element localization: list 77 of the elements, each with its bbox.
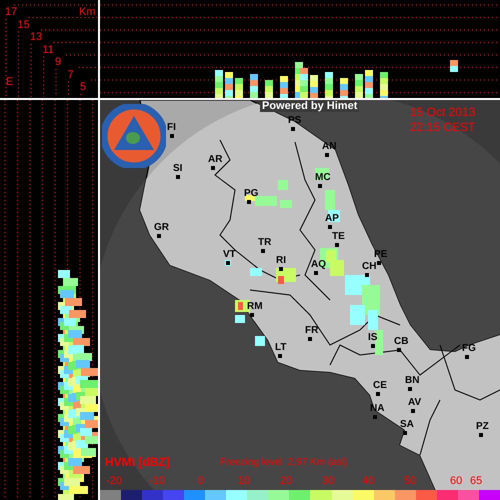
city-label: CH — [362, 262, 376, 272]
city-marker — [318, 184, 322, 188]
city-marker — [403, 431, 407, 435]
city-marker — [157, 234, 161, 238]
city-label: TR — [258, 238, 272, 248]
scale-tick-label: 20 — [280, 475, 292, 487]
city-label: VT — [223, 250, 236, 260]
city-marker — [377, 261, 381, 265]
city-marker — [291, 127, 295, 131]
freezing-level-text: Freezing level 2.97 Km (asl) — [220, 457, 348, 468]
city-marker — [308, 337, 312, 341]
city-marker — [250, 313, 254, 317]
city-marker — [278, 354, 282, 358]
scale-tick-label: 30 — [322, 475, 334, 487]
city-label: CB — [394, 337, 408, 347]
city-marker — [408, 387, 412, 391]
city-label: FI — [167, 123, 176, 133]
date-text: 15 Oct 2013 — [410, 105, 476, 119]
city-label: RI — [276, 256, 286, 266]
scale-tick-label: -20 — [106, 475, 122, 487]
city-marker — [325, 153, 329, 157]
height-label: 9 — [55, 57, 62, 68]
city-marker — [247, 200, 251, 204]
city-label: BN — [405, 376, 420, 386]
city-label: GR — [154, 223, 169, 233]
city-marker — [176, 175, 180, 179]
city-marker — [479, 433, 483, 437]
city-label: AP — [325, 214, 339, 224]
city-marker — [371, 344, 375, 348]
city-marker — [226, 261, 230, 265]
city-label: IS — [368, 333, 378, 343]
scale-tick-label: 40 — [362, 475, 374, 487]
scale-tick-label: 50 — [404, 475, 416, 487]
city-marker — [373, 415, 377, 419]
civil-protection-logo-icon — [102, 104, 166, 168]
city-marker — [279, 267, 283, 271]
city-label: PZ — [476, 422, 489, 432]
city-marker — [465, 355, 469, 359]
city-marker — [314, 271, 318, 275]
city-label: FR — [305, 326, 318, 336]
city-label: PG — [244, 189, 258, 199]
city-label: AR — [208, 155, 222, 165]
scale-tick-label: -10 — [149, 475, 165, 487]
city-label: AV — [408, 398, 422, 408]
city-label: SA — [400, 420, 414, 430]
scale-tick-label: 65 — [470, 475, 482, 487]
credit-text: Powered by Himet — [260, 100, 360, 112]
height-label: 7 — [68, 70, 74, 80]
product-label: HVMI [dBZ] — [105, 455, 170, 469]
city-label: SI — [173, 164, 182, 174]
city-marker — [261, 249, 265, 253]
unit-label: Km — [79, 7, 96, 18]
city-label: AQ — [311, 260, 326, 270]
city-marker — [376, 392, 380, 396]
city-marker — [411, 409, 415, 413]
city-label: RM — [247, 302, 263, 312]
city-label: TE — [332, 232, 345, 242]
city-marker — [365, 273, 369, 277]
city-marker — [328, 225, 332, 229]
height-label: 13 — [30, 32, 42, 43]
time-text: 22:15 CEST — [410, 120, 476, 134]
scale-tick-label: 60 — [450, 475, 462, 487]
height-label: 17 — [5, 7, 18, 18]
city-marker — [335, 243, 339, 247]
city-marker — [397, 348, 401, 352]
axis-label: E — [6, 77, 14, 88]
city-label: FG — [462, 344, 476, 354]
scale-tick-label: 10 — [238, 475, 250, 487]
height-label: 15 — [18, 20, 30, 30]
scale-tick-label: 0 — [198, 475, 204, 487]
height-label: 11 — [42, 44, 54, 56]
height-label: 5 — [80, 82, 86, 93]
city-label: MC — [315, 173, 331, 183]
city-label: CE — [373, 381, 387, 391]
city-label: LT — [275, 343, 286, 353]
city-marker — [170, 134, 174, 138]
city-marker — [211, 166, 215, 170]
